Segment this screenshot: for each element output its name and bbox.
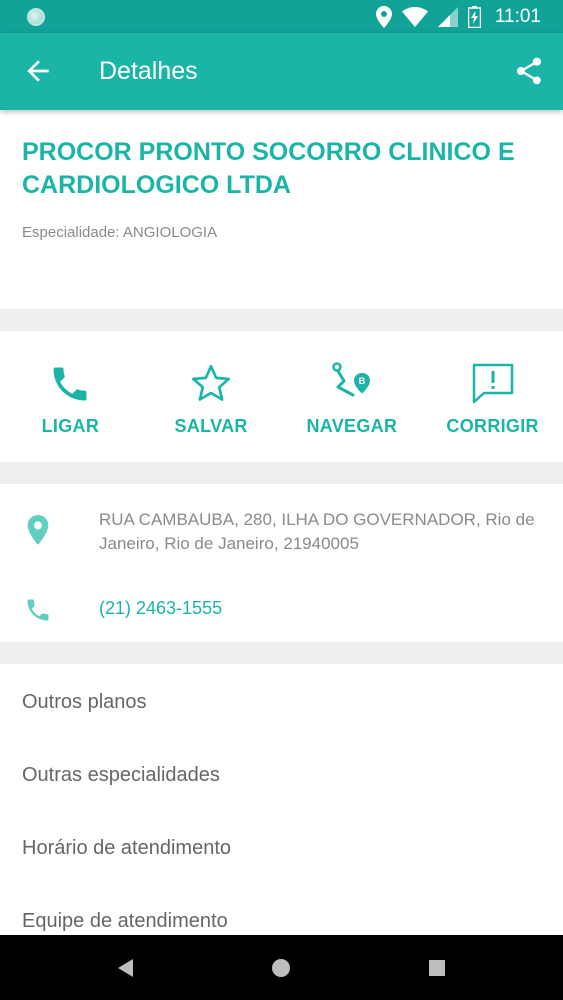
navigate-button[interactable]: B NAVEGAR xyxy=(282,331,423,462)
action-bar: LIGAR SALVAR B NAVEGAR CORRIGIR xyxy=(0,331,563,462)
phone-small-icon xyxy=(27,599,49,621)
status-bar: 11:01 xyxy=(0,0,563,33)
system-nav-bar xyxy=(0,935,563,1000)
menu-item-hours[interactable]: Horário de atendimento xyxy=(22,837,231,860)
star-icon xyxy=(192,365,231,401)
notification-dot-icon xyxy=(27,8,45,26)
address-text[interactable]: RUA CAMBAUBA, 280, ILHA DO GOVERNADOR, R… xyxy=(99,508,544,556)
location-icon xyxy=(375,6,392,28)
section-divider xyxy=(0,309,563,331)
menu-item-other-specialties[interactable]: Outras especialidades xyxy=(22,764,220,787)
call-button-label: LIGAR xyxy=(41,416,100,436)
status-icons: 11:01 xyxy=(375,5,541,29)
status-time: 11:01 xyxy=(494,6,541,27)
nav-recents-icon[interactable] xyxy=(426,957,448,979)
call-button[interactable]: LIGAR xyxy=(0,331,141,462)
facility-specialty: Especialidade: ANGIOLOGIA xyxy=(22,224,218,241)
share-icon[interactable] xyxy=(513,55,545,87)
nav-home-icon[interactable] xyxy=(270,957,292,979)
section-divider xyxy=(0,462,563,484)
menu-item-other-plans[interactable]: Outros planos xyxy=(22,691,147,714)
navigate-button-label: NAVEGAR xyxy=(306,416,398,436)
route-icon: B xyxy=(332,362,370,397)
page-title: Detalhes xyxy=(99,57,198,85)
svg-text:B: B xyxy=(359,376,366,386)
signal-icon xyxy=(437,7,458,27)
nav-back-icon[interactable] xyxy=(115,957,137,979)
battery-icon xyxy=(467,6,481,28)
facility-header: PROCOR PRONTO SOCORRO CLINICO E CARDIOLO… xyxy=(0,110,563,309)
arrow-back-icon[interactable] xyxy=(22,55,54,87)
menu-item-team[interactable]: Equipe de atendimento xyxy=(22,910,228,933)
correct-button[interactable]: CORRIGIR xyxy=(422,331,563,462)
details-menu: Outros planos Outras especialidades Horá… xyxy=(0,664,563,936)
save-button-label: SALVAR xyxy=(174,416,248,436)
phone-number-link[interactable]: (21) 2463-1555 xyxy=(99,598,222,619)
wifi-icon xyxy=(401,7,428,27)
correct-button-label: CORRIGIR xyxy=(446,416,539,436)
contact-section: RUA CAMBAUBA, 280, ILHA DO GOVERNADOR, R… xyxy=(0,484,563,642)
section-divider xyxy=(0,642,563,664)
facility-name: PROCOR PRONTO SOCORRO CLINICO E CARDIOLO… xyxy=(22,138,515,199)
place-icon xyxy=(27,515,49,545)
save-button[interactable]: SALVAR xyxy=(141,331,282,462)
report-icon xyxy=(472,363,513,404)
phone-icon xyxy=(53,367,87,401)
app-bar: Detalhes xyxy=(0,33,563,110)
